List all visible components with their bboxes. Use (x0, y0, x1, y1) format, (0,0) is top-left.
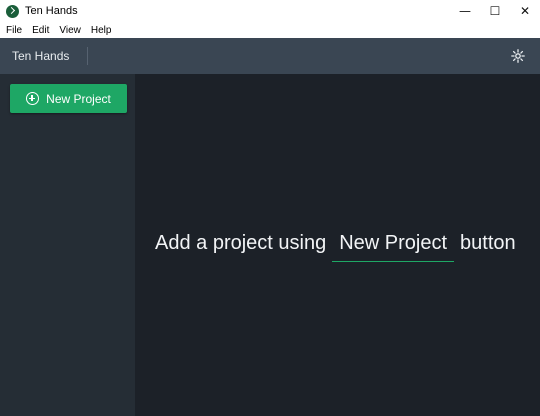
plus-circle-icon (26, 92, 40, 105)
app-header: Ten Hands (0, 38, 540, 74)
app-logo-icon (6, 4, 19, 18)
empty-state-message: Add a project using New Project button (155, 232, 535, 262)
menu-file[interactable]: File (1, 25, 27, 36)
minimize-button[interactable]: — (450, 0, 480, 22)
menu-help[interactable]: Help (86, 25, 117, 36)
maximize-button[interactable]: ☐ (480, 0, 510, 22)
app-title: Ten Hands (0, 47, 89, 65)
menu-view[interactable]: View (54, 25, 86, 36)
sidebar: New Project (0, 74, 135, 416)
window-title: Ten Hands (25, 5, 78, 17)
new-project-label: New Project (46, 91, 111, 106)
menu-edit[interactable]: Edit (27, 25, 54, 36)
empty-state-suffix: button (460, 232, 516, 254)
main-content: Add a project using New Project button (135, 74, 540, 416)
menu-bar: File Edit View Help (0, 22, 540, 38)
close-button[interactable]: ✕ (510, 0, 540, 22)
window-controls: — ☐ ✕ (450, 0, 540, 22)
gear-icon[interactable] (510, 48, 526, 64)
empty-state-prefix: Add a project using (155, 232, 327, 254)
inline-new-project-button[interactable]: New Project (332, 232, 455, 262)
gear-icon-svg (511, 49, 525, 63)
window-titlebar: Ten Hands — ☐ ✕ (0, 0, 540, 22)
new-project-button[interactable]: New Project (10, 84, 127, 113)
